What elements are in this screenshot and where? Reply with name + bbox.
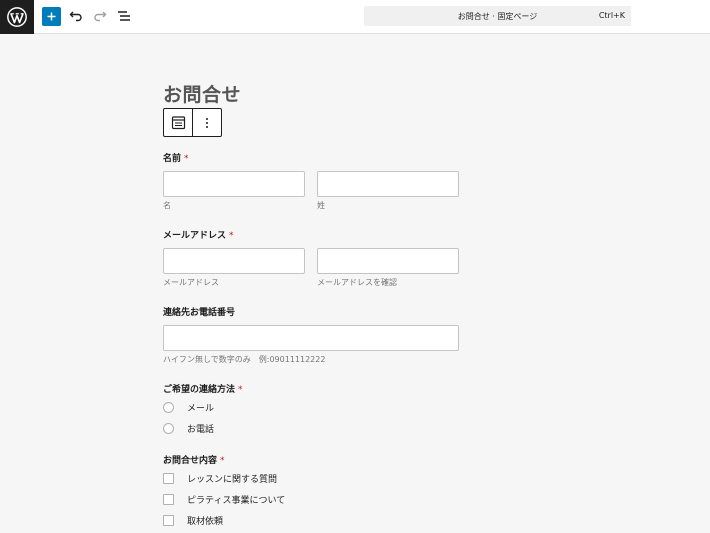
first-name-sublabel: 名 (163, 201, 171, 210)
phone-sublabel: ハイフン無しで数字のみ 例:09011112222 (163, 355, 326, 364)
radio-option-label: メール (187, 403, 215, 414)
block-toolbar (163, 108, 222, 137)
checkbox[interactable] (163, 493, 174, 505)
contact-method-label-text: ご希望の連絡方法 (163, 385, 236, 395)
radio-option-label: お電話 (187, 424, 215, 435)
add-block-button[interactable] (42, 7, 61, 26)
more-vertical-icon (206, 117, 208, 128)
required-mark: * (229, 231, 234, 241)
undo-button[interactable] (68, 8, 84, 24)
radio-option-phone[interactable]: お電話 (163, 421, 214, 435)
inquiry-label-text: お問合せ内容 (163, 456, 218, 466)
name-label-text: 名前 (163, 154, 182, 164)
checkbox-option-business[interactable]: ピラティス事業について (163, 492, 285, 506)
required-mark: * (184, 154, 189, 164)
document-overview-button[interactable] (116, 8, 132, 24)
redo-button[interactable] (92, 8, 108, 24)
inquiry-label: お問合せ内容 * (163, 453, 225, 466)
list-view-icon (118, 11, 130, 21)
checkbox-option-lesson[interactable]: レッスンに関する質問 (163, 471, 277, 485)
checkbox[interactable] (163, 514, 174, 526)
form-block-button[interactable] (164, 109, 193, 136)
command-palette-bar[interactable]: お問合せ · 固定ページ Ctrl+K (364, 6, 631, 26)
checkbox-option-label: ピラティス事業について (187, 495, 286, 506)
radio-button[interactable] (163, 401, 174, 413)
checkbox-option-label: 取材依頼 (187, 516, 224, 527)
email-label: メールアドレス * (163, 228, 234, 241)
last-name-input[interactable] (317, 171, 459, 197)
more-options-button[interactable] (193, 109, 221, 136)
editor-top-toolbar: お問合せ · 固定ページ Ctrl+K (0, 0, 710, 34)
wordpress-logo-icon[interactable] (0, 0, 34, 34)
page-title[interactable]: お問合せ (163, 80, 241, 107)
phone-input[interactable] (163, 325, 459, 351)
checkbox[interactable] (163, 472, 174, 484)
email-sublabel: メールアドレス (163, 278, 219, 287)
radio-button[interactable] (163, 422, 174, 434)
email-confirm-sublabel: メールアドレスを確認 (317, 278, 397, 287)
form-block-icon (171, 116, 185, 130)
name-label: 名前 * (163, 151, 189, 164)
first-name-input[interactable] (163, 171, 305, 197)
document-title: お問合せ · 固定ページ (457, 12, 538, 21)
phone-label: 連絡先お電話番号 (163, 308, 236, 318)
radio-option-email[interactable]: メール (163, 400, 214, 414)
wordpress-logo-svg (7, 7, 27, 27)
redo-icon (94, 11, 107, 22)
undo-icon (69, 11, 82, 22)
email-input[interactable] (163, 248, 305, 274)
contact-method-label: ご希望の連絡方法 * (163, 382, 243, 395)
checkbox-option-interview[interactable]: 取材依頼 (163, 513, 223, 527)
command-shortcut: Ctrl+K (598, 11, 625, 20)
email-confirm-input[interactable] (317, 248, 459, 274)
last-name-sublabel: 姓 (317, 201, 325, 210)
email-label-text: メールアドレス (163, 231, 227, 241)
plus-icon (47, 12, 56, 21)
checkbox-option-label: レッスンに関する質問 (187, 474, 278, 485)
required-mark: * (238, 385, 243, 395)
required-mark: * (220, 456, 225, 466)
